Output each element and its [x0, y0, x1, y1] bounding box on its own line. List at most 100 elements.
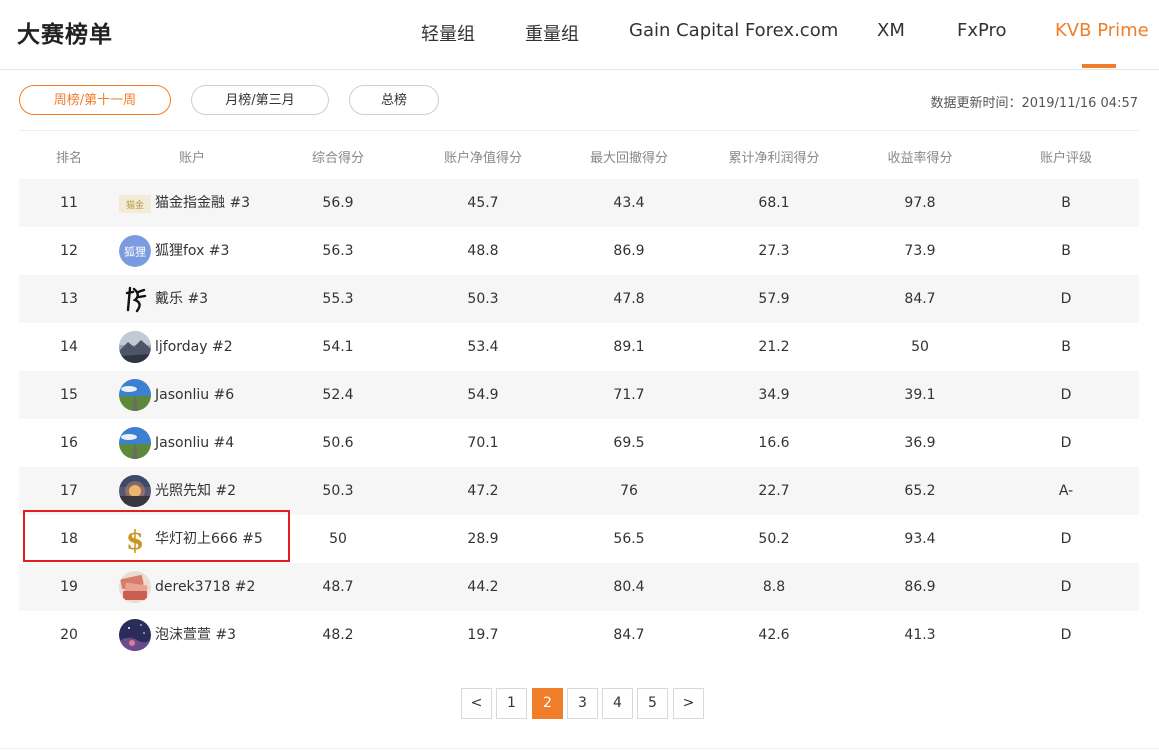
column-header-profit-score: 累计净利润得分	[728, 151, 820, 166]
return-score-cell: 41.3	[904, 627, 936, 643]
table-row[interactable]: 20 泡沫萱萱 #3 48.2 19.7 84.7 42.6 41.3 D	[19, 611, 1139, 659]
night-sky-avatar	[119, 619, 151, 651]
fox-text-avatar: 狐狸	[119, 235, 151, 267]
table-row[interactable]: 17 光照先知 #2 50.3 47.2 76 22.7 65.2 A-	[19, 467, 1139, 515]
page-title: 大赛榜单	[17, 22, 113, 48]
account-name[interactable]: Jasonliu #4	[155, 419, 234, 467]
tab-xm[interactable]: XM	[877, 20, 905, 41]
tab-kvb-prime[interactable]: KVB Prime	[1055, 20, 1149, 41]
cash-avatar	[119, 571, 151, 603]
account-cell[interactable]: 泡沫萱萱 #3	[119, 611, 299, 659]
account-name[interactable]: 华灯初上666 #5	[155, 515, 263, 563]
rank-cell: 12	[60, 243, 78, 259]
account-name[interactable]: ljforday #2	[155, 323, 233, 371]
account-cell[interactable]: Jasonliu #4	[119, 419, 299, 467]
account-name[interactable]: Jasonliu #6	[155, 371, 234, 419]
rating-cell: D	[1060, 387, 1072, 403]
table-row[interactable]: 15 Jasonliu #6 52.4 54.9 71.7 34.9 39.1 …	[19, 371, 1139, 419]
account-name[interactable]: 光照先知 #2	[155, 467, 236, 515]
account-cell[interactable]: 狐狸 狐狸fox #3	[119, 227, 299, 275]
active-tab-indicator	[1082, 64, 1116, 68]
return-score-cell: 36.9	[904, 435, 936, 451]
table-row[interactable]: 13 戴乐 #3 55.3 50.3 47.8 57.9 84.7 D	[19, 275, 1139, 323]
return-score-cell: 50	[911, 339, 929, 355]
pagination-page-4[interactable]: 4	[602, 688, 633, 719]
road-sky-avatar	[119, 379, 151, 411]
rating-cell: D	[1060, 531, 1072, 547]
column-header-equity-score: 账户净值得分	[443, 151, 522, 166]
return-score-cell: 84.7	[904, 291, 936, 307]
total-score-cell: 56.3	[322, 243, 354, 259]
return-score-cell: 93.4	[904, 531, 936, 547]
account-cell[interactable]: Jasonliu #6	[119, 371, 299, 419]
equity-score-cell: 70.1	[467, 435, 499, 451]
drawdown-score-cell: 56.5	[613, 531, 645, 547]
pagination-page-2[interactable]: 2	[532, 688, 563, 719]
pagination-next-button[interactable]: >	[673, 688, 704, 719]
equity-score-cell: 47.2	[467, 483, 499, 499]
profit-score-cell: 27.3	[758, 243, 790, 259]
account-name[interactable]: derek3718 #2	[155, 563, 255, 611]
table-row[interactable]: 14 ljforday #2 54.1 53.4 89.1 21.2 50 B	[19, 323, 1139, 371]
drawdown-score-cell: 89.1	[613, 339, 645, 355]
update-time: 数据更新时间：2019/11/16 04:57	[930, 96, 1138, 111]
column-header-return-score: 收益率得分	[887, 151, 953, 166]
account-cell[interactable]: derek3718 #2	[119, 563, 299, 611]
profit-score-cell: 8.8	[762, 579, 786, 595]
account-cell[interactable]: ljforday #2	[119, 323, 299, 371]
mountain-avatar	[119, 331, 151, 363]
column-header-account: 账户	[178, 151, 205, 166]
monthly-rank-button[interactable]: 月榜/第三月	[191, 85, 329, 115]
drawdown-score-cell: 69.5	[613, 435, 645, 451]
overall-rank-button[interactable]: 总榜	[349, 85, 439, 115]
tab-heavy-group[interactable]: 重量组	[525, 20, 579, 46]
profit-score-cell: 57.9	[758, 291, 790, 307]
pagination-page-3[interactable]: 3	[567, 688, 598, 719]
road-sky-avatar	[119, 427, 151, 459]
total-score-cell: 52.4	[322, 387, 354, 403]
total-score-cell: 50.6	[322, 435, 354, 451]
table-row[interactable]: 18 $ 华灯初上666 #5 50 28.9 56.5 50.2 93.4 D	[19, 515, 1139, 563]
profit-score-cell: 42.6	[758, 627, 790, 643]
table-row[interactable]: 19 derek3718 #2 48.7 44.2 80.4 8.8 86.9 …	[19, 563, 1139, 611]
rank-cell: 14	[60, 339, 78, 355]
total-score-cell: 50.3	[322, 483, 354, 499]
return-score-cell: 97.8	[904, 195, 936, 211]
drawdown-score-cell: 86.9	[613, 243, 645, 259]
column-header-total-score: 综合得分	[311, 151, 364, 166]
divider	[0, 748, 1159, 749]
table-row[interactable]: 12 狐狸 狐狸fox #3 56.3 48.8 86.9 27.3 73.9 …	[19, 227, 1139, 275]
weekly-rank-button[interactable]: 周榜/第十一周	[19, 85, 171, 115]
pagination-page-1[interactable]: 1	[496, 688, 527, 719]
equity-score-cell: 19.7	[467, 627, 499, 643]
table-row[interactable]: 16 Jasonliu #4 50.6 70.1 69.5 16.6 36.9 …	[19, 419, 1139, 467]
drawdown-score-cell: 71.7	[613, 387, 645, 403]
total-score-cell: 54.1	[322, 339, 354, 355]
account-cell[interactable]: 戴乐 #3	[119, 275, 299, 323]
profit-score-cell: 22.7	[758, 483, 790, 499]
account-name[interactable]: 狐狸fox #3	[155, 227, 229, 275]
table-row[interactable]: 11 猫金 猫金指金融 #3 56.9 45.7 43.4 68.1 97.8 …	[19, 179, 1139, 227]
rating-cell: A-	[1058, 483, 1074, 499]
account-name[interactable]: 泡沫萱萱 #3	[155, 611, 236, 659]
account-cell[interactable]: 猫金 猫金指金融 #3	[119, 179, 299, 227]
rating-cell: D	[1060, 627, 1072, 643]
equity-score-cell: 50.3	[467, 291, 499, 307]
total-score-cell: 56.9	[322, 195, 354, 211]
rank-cell: 18	[60, 531, 78, 547]
account-name[interactable]: 猫金指金融 #3	[155, 179, 250, 227]
svg-text:$: $	[126, 526, 144, 555]
profit-score-cell: 21.2	[758, 339, 790, 355]
tab-fxpro[interactable]: FxPro	[957, 20, 1007, 41]
pagination-prev-button[interactable]: <	[461, 688, 492, 719]
drawdown-score-cell: 80.4	[613, 579, 645, 595]
tab-gain-capital[interactable]: Gain Capital Forex.com	[629, 20, 838, 41]
pagination-page-5[interactable]: 5	[637, 688, 668, 719]
tab-light-group[interactable]: 轻量组	[421, 20, 475, 46]
account-cell[interactable]: $ 华灯初上666 #5	[119, 515, 299, 563]
rank-cell: 16	[60, 435, 78, 451]
column-header-rank: 排名	[55, 151, 82, 166]
total-score-cell: 48.7	[322, 579, 354, 595]
account-cell[interactable]: 光照先知 #2	[119, 467, 299, 515]
account-name[interactable]: 戴乐 #3	[155, 275, 208, 323]
